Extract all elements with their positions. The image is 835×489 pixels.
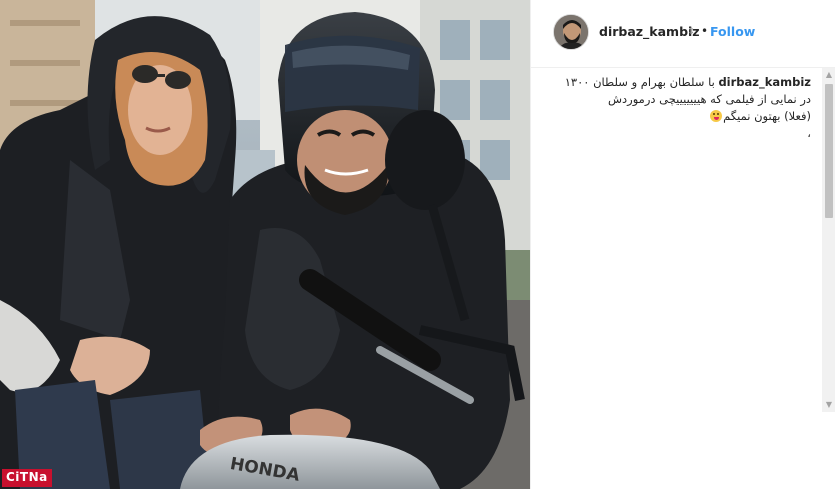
avatar[interactable] bbox=[553, 14, 589, 50]
scroll-down-arrow-icon[interactable]: ▼ bbox=[822, 398, 835, 412]
caption-username[interactable]: dirbaz_kambiz bbox=[718, 75, 811, 89]
caption-text-1: با سلطان بهرام و سلطان ۱۳۰۰ bbox=[564, 75, 715, 89]
watermark-logo: CiTNa bbox=[2, 469, 52, 487]
caption-line-1: dirbaz_kambiz با سلطان بهرام و سلطان ۱۳۰… bbox=[549, 74, 811, 91]
scroll-thumb[interactable] bbox=[825, 84, 833, 218]
caption-line-3: (فعلا) بهتون نمیگم bbox=[549, 108, 811, 125]
caption-line-4: ، bbox=[807, 126, 811, 140]
caption-scrollbar[interactable]: ▲ ▼ bbox=[822, 68, 835, 412]
tongue-emoji-icon bbox=[710, 110, 723, 122]
post-photo[interactable]: HONDA CiTNa bbox=[0, 0, 530, 489]
post-caption: dirbaz_kambiz با سلطان بهرام و سلطان ۱۳۰… bbox=[549, 74, 811, 142]
verified-badge-icon: ⇕ bbox=[687, 27, 695, 37]
caption-text-3: (فعلا) بهتون نمیگم bbox=[723, 109, 811, 123]
photo-illustration: HONDA bbox=[0, 0, 530, 489]
separator-dot: • bbox=[701, 24, 709, 38]
avatar-icon bbox=[554, 15, 588, 49]
post-header: dirbaz_kambiz ⇕ • Follow bbox=[531, 0, 835, 68]
post-username[interactable]: dirbaz_kambiz bbox=[599, 24, 700, 40]
post-side-panel: dirbaz_kambiz ⇕ • Follow dirbaz_kambiz ب… bbox=[530, 0, 835, 489]
scroll-up-arrow-icon[interactable]: ▲ bbox=[822, 68, 835, 82]
caption-line-2: در نمایی از فیلمی که هیییییییچی درموردش bbox=[608, 92, 811, 106]
follow-button[interactable]: Follow bbox=[710, 24, 755, 40]
